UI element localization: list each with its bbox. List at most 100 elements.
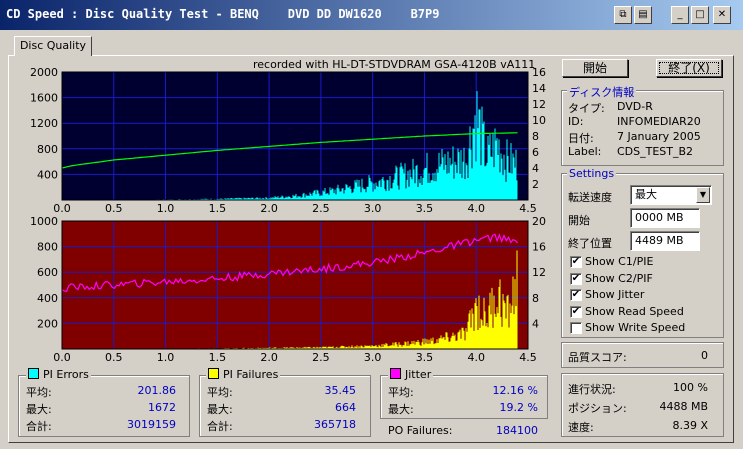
y-right-tick-label: 4 xyxy=(532,317,539,330)
x-tick-label: 0.5 xyxy=(105,202,123,214)
pif-jitter-chart: 0.0 0.5 1.0 1.5 2.0 2.5 3.0 3.5 4.0 4.5 1000 800 600… xyxy=(30,215,546,363)
y-right-tick-label: 8 xyxy=(532,130,539,143)
pie-stats-title: PI Errors xyxy=(26,368,91,381)
minimize-icon[interactable]: _ xyxy=(671,6,689,24)
label-value: CDS_TEST_B2 xyxy=(617,145,694,158)
position-label: ポジション: xyxy=(568,402,627,415)
id-label: ID: xyxy=(568,115,584,128)
speed-label: 転送速度 xyxy=(568,191,612,204)
quality-value: 0 xyxy=(701,349,708,362)
x-tick-label: 2.0 xyxy=(260,202,278,214)
pie-swatch xyxy=(28,368,39,379)
speed-select-value: 最大 xyxy=(635,188,657,201)
y-right-tick-label: 16 xyxy=(532,241,546,254)
pif-stats-title: PI Failures xyxy=(206,368,281,381)
y-left-tick-label: 2000 xyxy=(30,66,58,79)
x-tick-label: 2.5 xyxy=(312,202,330,214)
save-icon[interactable]: ▤ xyxy=(634,6,652,24)
checkbox-0[interactable]: ✔ xyxy=(570,256,582,268)
pie-title-text: PI Errors xyxy=(43,368,89,381)
x-tick-label: 1.5 xyxy=(209,202,227,214)
checkbox-2[interactable]: ✔ xyxy=(570,289,582,301)
close-icon[interactable]: ✕ xyxy=(713,6,731,24)
x-tick-label: 0.0 xyxy=(53,202,71,214)
x-tick-label: 0.5 xyxy=(105,351,123,363)
pie-avg-label: 平均: xyxy=(26,386,52,399)
x-tick-label: 4.0 xyxy=(467,351,485,363)
checkbox-label-3: Show Read Speed xyxy=(585,304,684,318)
checkbox-4[interactable] xyxy=(570,322,582,334)
label-label: Label: xyxy=(568,145,602,158)
y-left-tick-label: 400 xyxy=(37,168,58,181)
x-tick-label: 2.0 xyxy=(260,351,278,363)
po-failures-value: 184100 xyxy=(496,424,538,437)
pif-max-label: 最大: xyxy=(207,403,233,416)
pie-max-label: 最大: xyxy=(26,403,52,416)
read-speed-label: 速度: xyxy=(568,421,594,434)
type-value: DVD-R xyxy=(617,100,653,113)
start-field[interactable]: 0000 MB xyxy=(630,208,700,228)
y-right-tick-label: 12 xyxy=(532,266,546,279)
jitter-swatch xyxy=(390,368,401,379)
x-tick-label: 3.5 xyxy=(416,202,434,214)
x-tick-label: 4.5 xyxy=(519,202,537,214)
x-tick-label: 3.0 xyxy=(364,202,382,214)
start-button[interactable]: 開始 xyxy=(562,59,628,77)
y-left-tick-label: 1200 xyxy=(30,117,58,130)
id-value: INFOMEDIAR20 xyxy=(617,115,701,128)
x-tick-label: 0.0 xyxy=(53,351,71,363)
end-field[interactable]: 4489 MB xyxy=(630,231,700,251)
y-left-tick-label: 800 xyxy=(37,143,58,156)
y-right-tick-label: 10 xyxy=(532,114,546,127)
type-label: タイプ: xyxy=(568,102,605,115)
y-right-tick-label: 20 xyxy=(532,215,546,228)
y-right-tick-label: 6 xyxy=(532,146,539,159)
tab-disc-quality[interactable]: Disc Quality xyxy=(14,36,92,56)
jitter-avg-value: 12.16 % xyxy=(492,384,538,397)
y-left-tick-label: 1600 xyxy=(30,92,58,105)
y-right-tick-label: 8 xyxy=(532,292,539,305)
x-tick-label: 1.5 xyxy=(209,351,227,363)
date-label: 日付: xyxy=(568,132,594,145)
checkbox-label-1: Show C2/PIF xyxy=(585,271,653,285)
jitter-avg-label: 平均: xyxy=(388,386,414,399)
pif-title-text: PI Failures xyxy=(223,368,279,381)
speed-select[interactable]: 最大 ▼ xyxy=(630,185,712,205)
maximize-icon[interactable]: □ xyxy=(691,6,709,24)
end-label: 終了位置 xyxy=(568,237,612,250)
pif-total-value: 365718 xyxy=(314,418,356,431)
y-left-tick-label: 1000 xyxy=(30,215,58,228)
jitter-title-text: Jitter xyxy=(405,368,432,381)
end-button[interactable]: 終了(X) xyxy=(656,59,722,77)
checkbox-label-0: Show C1/PIE xyxy=(585,255,654,268)
copy-icon[interactable]: ⧉ xyxy=(614,6,632,24)
pif-total-label: 合計: xyxy=(207,420,233,433)
pie-total-value: 3019159 xyxy=(127,418,176,431)
jitter-max-label: 最大: xyxy=(388,403,414,416)
y-right-tick-label: 14 xyxy=(532,82,546,95)
pif-swatch xyxy=(208,368,219,379)
jitter-max-value: 19.2 % xyxy=(499,401,538,414)
y-left-tick-label: 200 xyxy=(37,317,58,330)
date-value: 7 January 2005 xyxy=(617,130,701,143)
pie-avg-value: 201.86 xyxy=(137,384,177,397)
pif-avg-label: 平均: xyxy=(207,386,233,399)
checkbox-3[interactable]: ✔ xyxy=(570,305,582,318)
pie-total-label: 合計: xyxy=(26,420,52,433)
pie-chart: 0.0 0.5 1.0 1.5 2.0 2.5 3.0 3.5 4.0 4.5 2000 1600 12… xyxy=(30,66,546,214)
checkbox-label-4: Show Write Speed xyxy=(585,321,686,334)
disc-info-title: ディスク情報 xyxy=(567,84,637,100)
status-label: 進行状況: xyxy=(568,383,616,396)
x-tick-label: 4.0 xyxy=(467,202,485,214)
pif-max-value: 664 xyxy=(335,401,356,414)
x-tick-label: 4.5 xyxy=(519,351,537,363)
plot-area xyxy=(62,221,528,349)
status-value: 100 % xyxy=(673,381,708,394)
checkbox-1[interactable]: ✔ xyxy=(570,272,582,285)
y-right-tick-label: 12 xyxy=(532,98,546,111)
checkbox-label-2: Show Jitter xyxy=(585,288,645,301)
quality-label: 品質スコア: xyxy=(568,351,627,364)
y-right-tick-label: 2 xyxy=(532,178,539,191)
title-bar: CD Speed : Disc Quality Test - BENQ DVD … xyxy=(0,0,743,30)
chevron-down-icon[interactable]: ▼ xyxy=(696,187,710,203)
